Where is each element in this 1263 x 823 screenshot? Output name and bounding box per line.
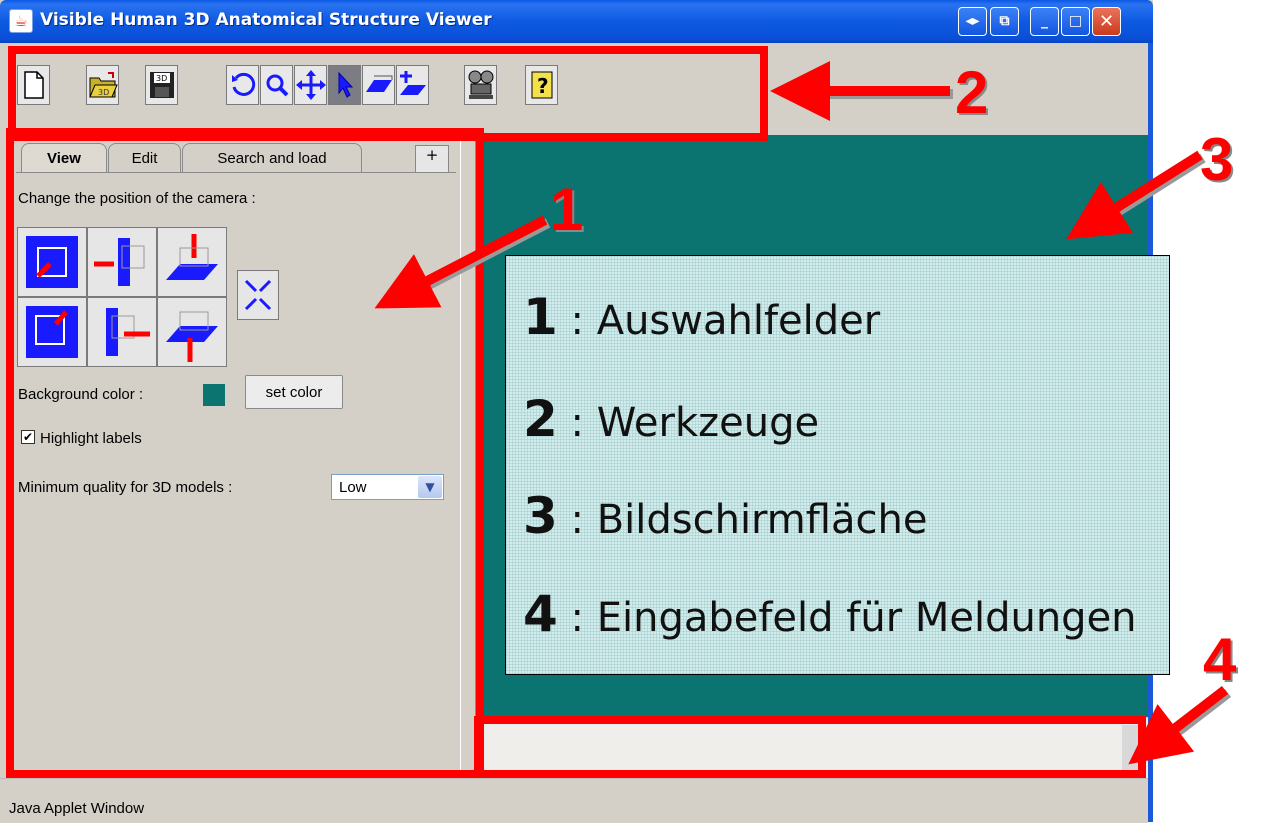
- legend-num: 3: [523, 487, 558, 545]
- annotation-number-1: 1: [550, 176, 584, 243]
- legend-row-2: 2 : Werkzeuge: [523, 390, 819, 448]
- legend-text: Bildschirmfläche: [596, 497, 928, 543]
- legend-sep: :: [557, 497, 597, 543]
- legend-row-3: 3 : Bildschirmfläche: [523, 487, 927, 545]
- legend-sep: :: [557, 595, 597, 641]
- annotation-number-3: 3: [1200, 126, 1234, 193]
- legend-num: 1: [523, 288, 558, 346]
- legend-text: Werkzeuge: [596, 400, 820, 446]
- legend-row-4: 4 : Eingabefeld für Meldungen: [523, 585, 1137, 643]
- annotation-number-2: 2: [955, 59, 989, 126]
- legend-text: Eingabefeld für Meldungen: [596, 595, 1137, 641]
- legend-sep: :: [557, 400, 597, 446]
- legend-row-1: 1 : Auswahlfelder: [523, 288, 880, 346]
- legend-sep: :: [557, 298, 597, 344]
- annotation-number-4: 4: [1203, 626, 1237, 693]
- legend-num: 4: [523, 585, 558, 643]
- legend-num: 2: [523, 390, 558, 448]
- legend-text: Auswahlfelder: [596, 298, 881, 344]
